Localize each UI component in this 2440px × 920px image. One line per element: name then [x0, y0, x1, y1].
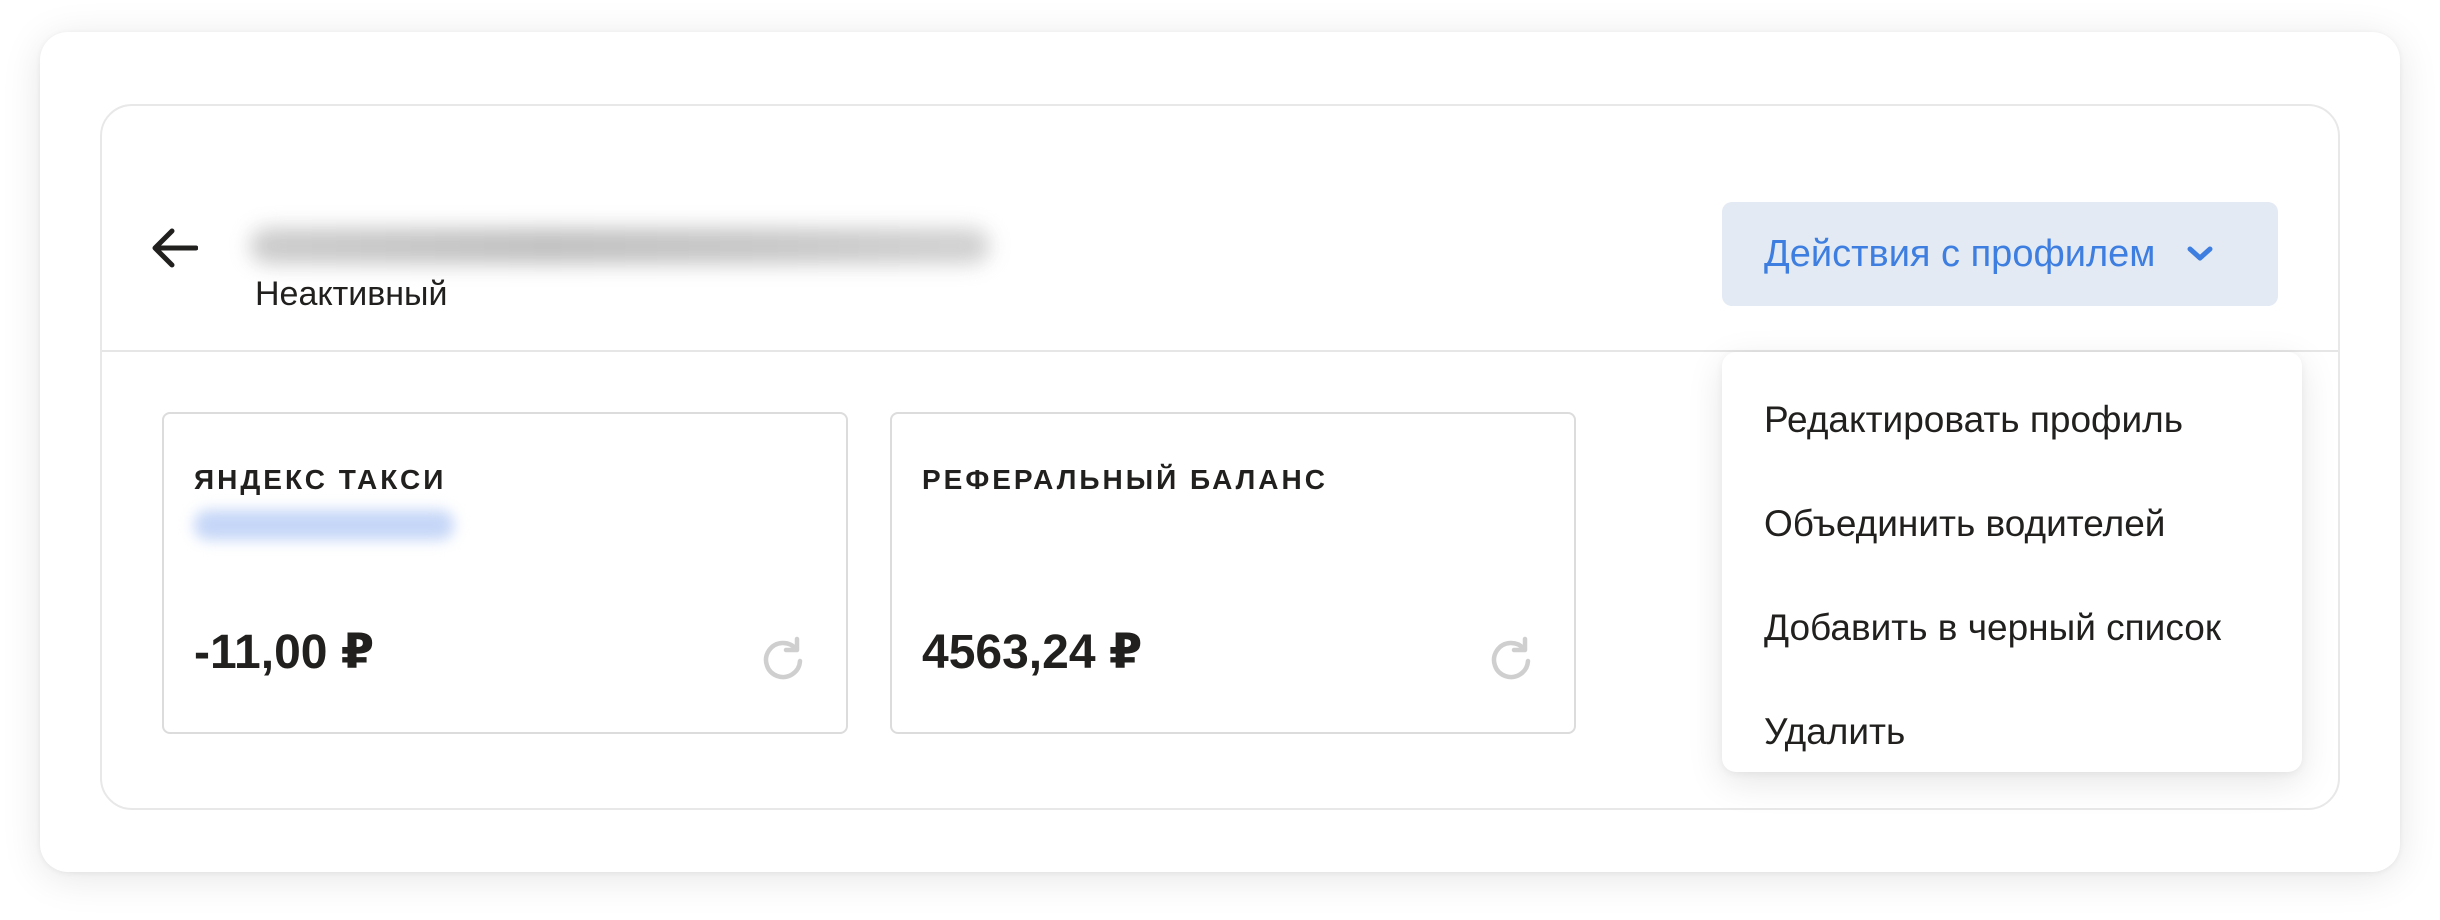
arrow-left-icon — [150, 228, 199, 273]
menu-item-add-to-blacklist[interactable]: Добавить в черный список — [1722, 576, 2302, 680]
menu-item-edit-profile[interactable]: Редактировать профиль — [1722, 368, 2302, 472]
profile-actions-button[interactable]: Действия с профилем — [1722, 202, 2278, 306]
balance-card-yandex-taxi: ЯНДЕКС ТАКСИ -11,00 ₽ — [162, 412, 848, 734]
app-window: Неактивный Действия с профилем ЯНДЕКС ТА… — [40, 32, 2400, 872]
refresh-icon — [1488, 636, 1534, 687]
refresh-icon — [760, 636, 806, 687]
profile-actions-menu: Редактировать профиль Объединить водител… — [1722, 352, 2302, 772]
profile-status: Неактивный — [255, 275, 448, 313]
chevron-down-icon — [2185, 239, 2215, 269]
balance-card-referral: РЕФЕРАЛЬНЫЙ БАЛАНС 4563,24 ₽ — [890, 412, 1576, 734]
menu-item-delete[interactable]: Удалить — [1722, 680, 2302, 784]
back-button[interactable] — [144, 220, 204, 280]
refresh-button[interactable] — [758, 636, 808, 686]
refresh-button[interactable] — [1486, 636, 1536, 686]
balance-value: 4563,24 ₽ — [922, 626, 1143, 679]
balance-title: РЕФЕРАЛЬНЫЙ БАЛАНС — [922, 464, 1328, 495]
balance-value: -11,00 ₽ — [194, 626, 375, 679]
balance-title: ЯНДЕКС ТАКСИ — [194, 464, 447, 495]
profile-actions-label: Действия с профилем — [1764, 233, 2156, 275]
profile-card: Неактивный Действия с профилем ЯНДЕКС ТА… — [100, 104, 2340, 810]
driver-name-redacted — [250, 228, 990, 264]
park-name-redacted[interactable] — [194, 510, 454, 540]
menu-item-merge-drivers[interactable]: Объединить водителей — [1722, 472, 2302, 576]
